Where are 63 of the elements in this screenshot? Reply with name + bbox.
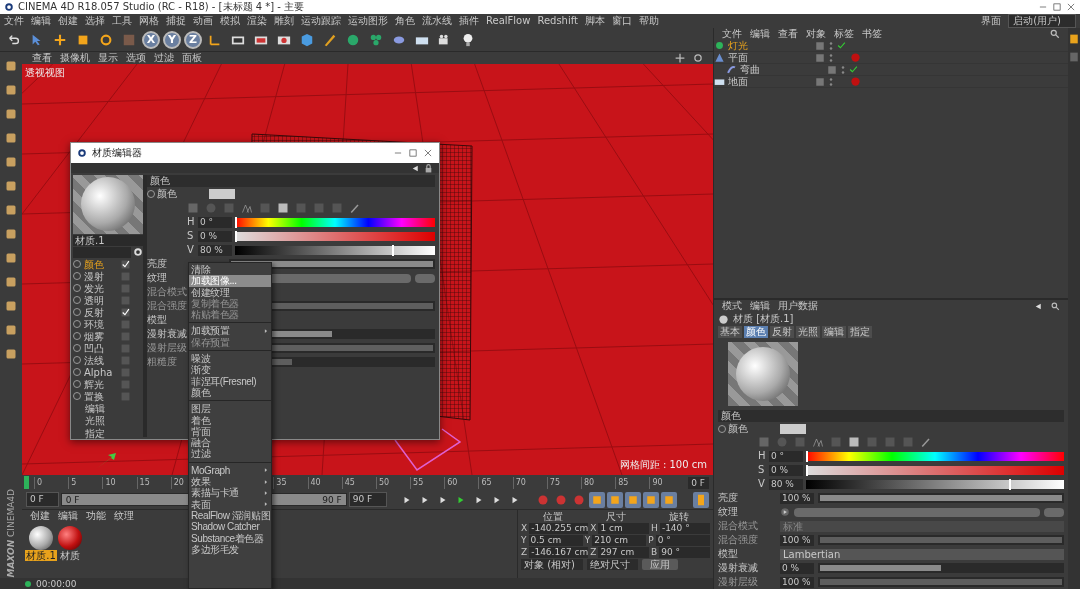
column-header: 位置 — [542, 511, 563, 522]
section-header: 颜色 — [718, 409, 1065, 422]
axis-label: Z — [590, 547, 597, 558]
parameter-label: 纹理 — [718, 506, 739, 518]
axis-label: Z — [521, 547, 528, 558]
frame-tick-label: 40 — [307, 476, 342, 489]
channel-letter: S — [187, 230, 195, 242]
parameter-label: 漫射层级 — [147, 342, 187, 354]
frame-tick-label: 45 — [341, 476, 376, 489]
frame-tick-label: 55 — [410, 476, 445, 489]
frame-tick-label: 75 — [546, 476, 581, 489]
frame-tick-label: 60 — [444, 476, 479, 489]
window-title: 材质编辑器 — [92, 146, 142, 160]
brand-logo: MAXON CINEMA4D — [6, 489, 16, 578]
parameter-label: 混合强度 — [718, 534, 759, 546]
channel-letter: S — [758, 464, 766, 476]
axis-label: X — [521, 523, 528, 534]
object-header: 材质 [材质.1] — [733, 313, 794, 325]
view-name: 透视视图 — [25, 66, 65, 80]
section-header: 颜色 — [147, 175, 435, 187]
frame-tick-label: 80 — [581, 476, 616, 489]
frame-tick-label: 35 — [273, 476, 308, 489]
column-header: 尺寸 — [605, 511, 626, 522]
axis-label: Y — [521, 535, 527, 546]
parameter-label: 混合模式 — [718, 520, 759, 532]
parameter-label: 混合模式 — [147, 286, 187, 298]
frame-tick-label: 5 — [68, 476, 103, 489]
frame-tick-label: 15 — [136, 476, 171, 489]
window-title: CINEMA 4D R18.057 Studio (RC - R18) - [未标题 4 *] - 主要 — [18, 0, 305, 14]
axis-label: H — [651, 523, 658, 534]
grid-spacing-label: 网格间距 : 100 cm — [619, 458, 707, 472]
channel-letter: V — [187, 244, 195, 256]
parameter-label: 亮度 — [147, 258, 168, 270]
axis-label: P — [648, 535, 654, 546]
axis-label: Y — [584, 535, 591, 546]
axis-label: B — [651, 547, 658, 558]
parameter-label: 漫射衰减 — [147, 328, 187, 340]
range-start-label: 0 F — [65, 494, 80, 505]
status-time: 00:00:00 — [36, 578, 77, 589]
channel-letter: H — [187, 216, 195, 228]
axis-label: X — [590, 523, 597, 534]
parameter-label: 漫射层级 — [718, 576, 759, 588]
parameter-label: 模型 — [718, 548, 739, 560]
frame-tick-label: 65 — [478, 476, 513, 489]
frame-tick-label: 70 — [512, 476, 547, 489]
parameter-label: 亮度 — [718, 492, 739, 504]
frame-tick-label: 85 — [615, 476, 650, 489]
parameter-label: 混合强度 — [147, 300, 187, 312]
channel-letter: H — [758, 450, 766, 462]
parameter-label: 颜色 — [147, 188, 205, 200]
parameter-label: 漫射衰减 — [718, 562, 759, 574]
frame-tick-label: 10 — [102, 476, 137, 489]
parameter-label: 颜色 — [718, 422, 776, 435]
range-end-label: 90 F — [322, 494, 342, 505]
parameter-label: 粗糙度 — [147, 356, 178, 368]
column-header: 旋转 — [668, 511, 689, 522]
parameter-label: 模型 — [147, 314, 168, 326]
frame-tick-label: 50 — [375, 476, 411, 489]
frame-tick-label: 0 — [34, 476, 69, 489]
channel-letter: V — [758, 478, 766, 490]
parameter-label: 纹理 — [147, 272, 168, 284]
frame-tick-label: 90 — [649, 476, 684, 489]
layout-label: 界面 — [981, 14, 1002, 28]
